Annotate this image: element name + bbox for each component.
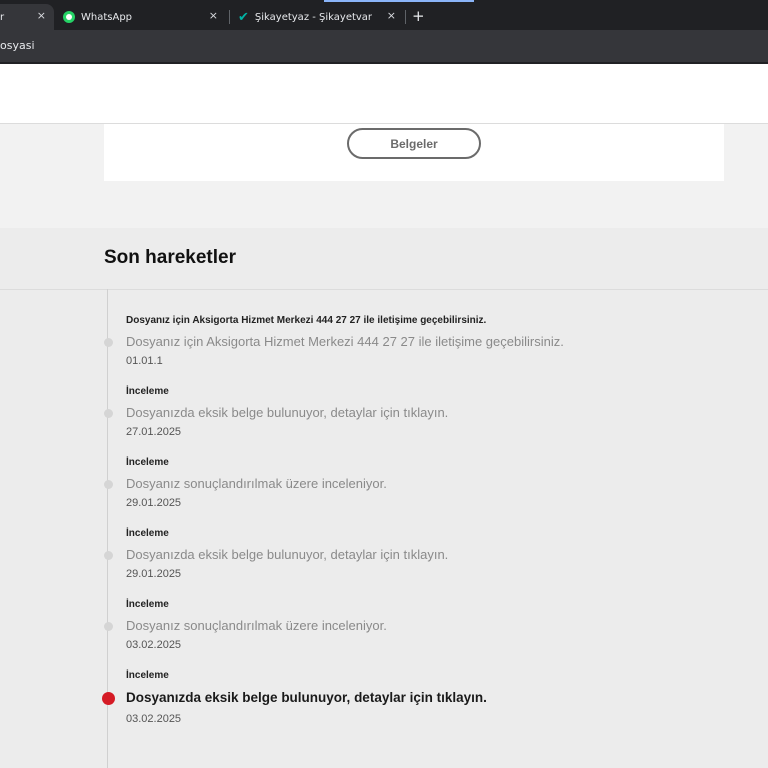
event-description[interactable]: Dosyanız sonuçlandırılmak üzere inceleni… (126, 618, 387, 633)
timeline-dot (104, 338, 113, 347)
event-title: Dosyanız için Aksigorta Hizmet Merkezi 4… (126, 315, 487, 326)
event-title: İnceleme (126, 670, 169, 681)
tab-label: r (0, 11, 5, 23)
bookmark-item[interactable]: osyasi (0, 39, 35, 52)
event-date: 29.01.2025 (126, 568, 182, 580)
event-date: 29.01.2025 (126, 497, 182, 509)
event-description[interactable]: Dosyanızda eksik belge bulunuyor, detayl… (126, 405, 448, 420)
timeline-dot (104, 551, 113, 560)
timeline-dot (104, 409, 113, 418)
event-title: İnceleme (126, 457, 169, 468)
event-description[interactable]: Dosyanız sonuçlandırılmak üzere inceleni… (126, 476, 387, 491)
event-description[interactable]: Dosyanızda eksik belge bulunuyor, detayl… (126, 690, 487, 705)
event-date: 03.02.2025 (126, 713, 182, 725)
event-title: İnceleme (126, 599, 169, 610)
timeline-dot (104, 622, 113, 631)
new-tab-button[interactable]: + (412, 7, 425, 25)
section-divider (0, 289, 768, 290)
check-icon: ✔ (238, 9, 249, 25)
activity-section (0, 228, 768, 768)
tab-whatsapp[interactable]: WhatsApp × (56, 4, 226, 30)
event-description[interactable]: Dosyanız için Aksigorta Hizmet Merkezi 4… (126, 334, 564, 349)
tab-loading-indicator (324, 0, 474, 2)
whatsapp-icon (63, 11, 75, 23)
close-icon[interactable]: × (387, 9, 396, 22)
tab-separator (229, 10, 230, 24)
close-icon[interactable]: × (209, 9, 218, 22)
tab-separator (405, 10, 406, 24)
browser-tab-strip: r × WhatsApp × ✔ Şikayetyaz - Şikayetvar… (0, 0, 768, 30)
tab-active[interactable]: r × (0, 4, 54, 30)
timeline-dot-active (102, 692, 115, 705)
bookmarks-bar: osyasi (0, 30, 768, 64)
tab-label: Şikayetyaz - Şikayetvar (254, 11, 373, 23)
page-header (0, 64, 768, 124)
event-description[interactable]: Dosyanızda eksik belge bulunuyor, detayl… (126, 547, 448, 562)
event-title: İnceleme (126, 528, 169, 539)
event-date: 03.02.2025 (126, 639, 182, 651)
event-date: 27.01.2025 (126, 426, 182, 438)
tab-label: WhatsApp (81, 11, 133, 23)
timeline-dot (104, 480, 113, 489)
event-title: İnceleme (126, 386, 169, 397)
documents-button[interactable]: Belgeler (347, 128, 481, 159)
close-icon[interactable]: × (37, 9, 46, 22)
section-title: Son hareketler (104, 247, 236, 268)
event-date: 01.01.1 (126, 355, 163, 367)
tab-sikayetvar[interactable]: ✔ Şikayetyaz - Şikayetvar × (232, 4, 402, 30)
